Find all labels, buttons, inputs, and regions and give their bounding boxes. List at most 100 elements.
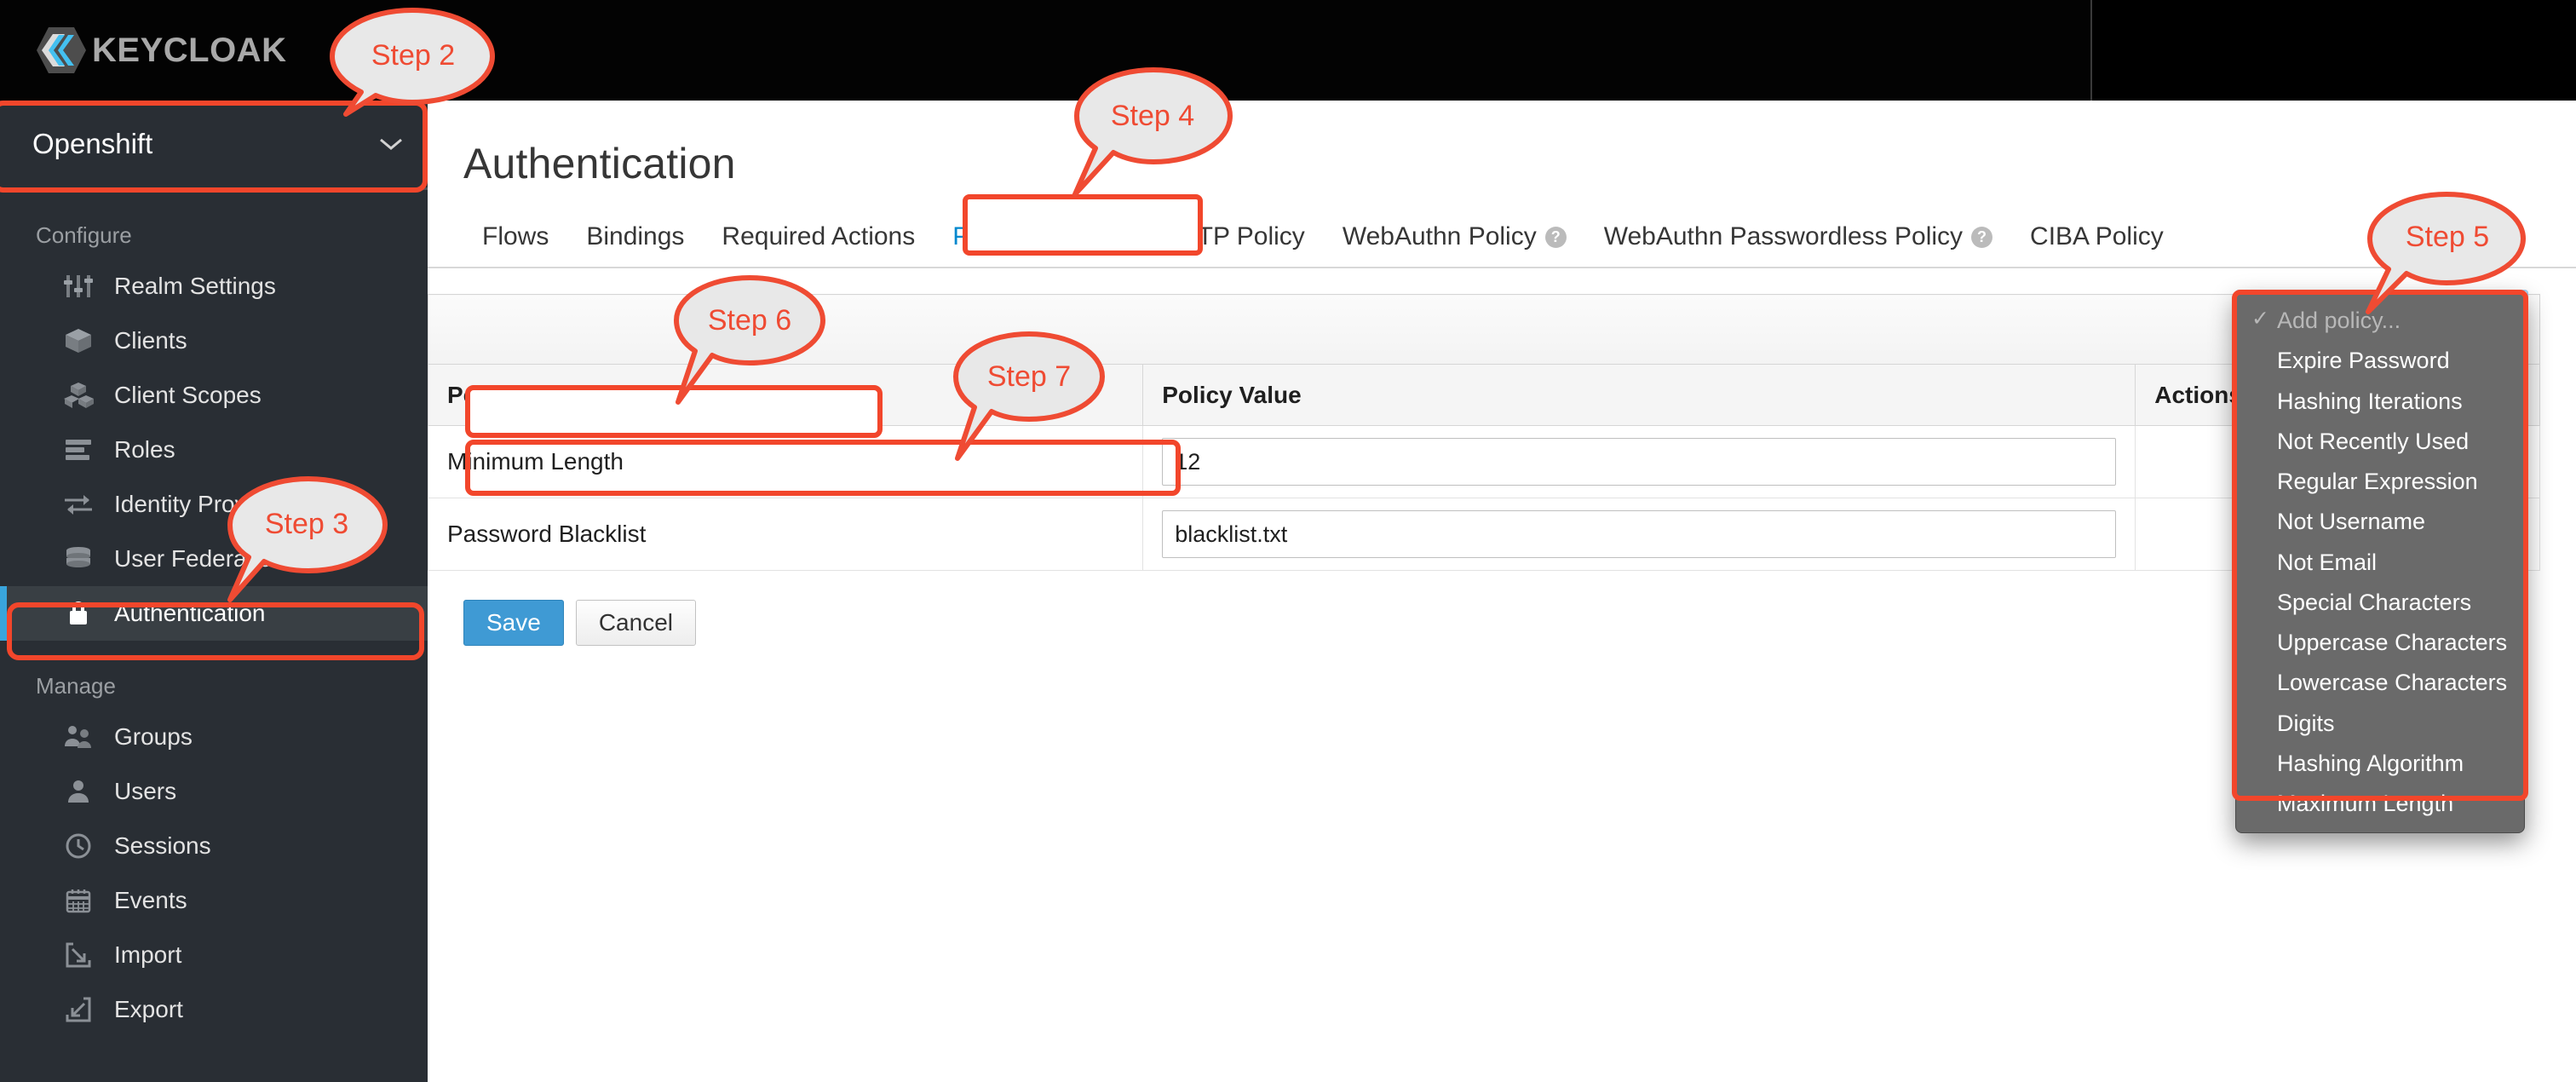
sidebar-item-authentication[interactable]: Authentication <box>0 586 428 641</box>
tab-bar: Flows Bindings Required Actions Password… <box>428 212 2576 268</box>
calendar-icon <box>61 885 95 916</box>
tab-password-policy[interactable]: Password Policy <box>934 222 1159 267</box>
sidebar-item-user-federation[interactable]: User Federation <box>0 532 428 586</box>
dropdown-option-not-email[interactable]: Not Email <box>2236 543 2524 583</box>
sidebar-item-realm-settings[interactable]: Realm Settings <box>0 259 428 314</box>
sidebar-item-label: Events <box>114 887 187 913</box>
policy-row-minimum-length: Minimum Length <box>427 425 1144 498</box>
table-toolbar-row <box>428 294 2540 365</box>
sidebar-item-import[interactable]: Import <box>0 928 428 982</box>
sidebar-item-label: Groups <box>114 723 193 750</box>
top-header-bar: KEYCLOAK <box>0 0 2576 101</box>
user-icon <box>61 776 95 807</box>
tab-flows[interactable]: Flows <box>463 222 567 267</box>
dropdown-option-not-recently-used[interactable]: Not Recently Used <box>2236 422 2524 462</box>
sidebar-item-client-scopes[interactable]: Client Scopes <box>0 368 428 423</box>
column-header-policy-value: Policy Value <box>1142 364 2136 426</box>
nav-section-configure-label: Configure <box>36 222 132 248</box>
dropdown-option-maximum-length[interactable]: Maximum Length <box>2236 784 2524 824</box>
sidebar-item-users[interactable]: Users <box>0 764 428 819</box>
dropdown-option-lowercase-characters[interactable]: Lowercase Characters <box>2236 663 2524 703</box>
sidebar-item-events[interactable]: Events <box>0 873 428 928</box>
sidebar-item-label: Export <box>114 996 183 1022</box>
brand-logo[interactable]: KEYCLOAK <box>0 26 286 75</box>
exchange-arrows-icon <box>61 489 95 520</box>
tab-bindings[interactable]: Bindings <box>567 222 703 267</box>
sidebar-item-roles[interactable]: Roles <box>0 423 428 477</box>
import-arrow-icon <box>61 940 95 970</box>
save-button[interactable]: Save <box>463 600 564 646</box>
export-arrow-icon <box>61 994 95 1025</box>
sidebar-item-label: Users <box>114 778 177 804</box>
tab-label: OTP Policy <box>1177 222 1305 250</box>
sidebar-item-groups[interactable]: Groups <box>0 710 428 764</box>
lock-icon <box>61 598 95 629</box>
sidebar-item-label: Client Scopes <box>114 382 262 408</box>
policy-value-cell <box>1142 498 2136 571</box>
cube-icon <box>61 325 95 356</box>
dropdown-option-regular-expression[interactable]: Regular Expression <box>2236 462 2524 502</box>
sidebar-item-label: Import <box>114 941 182 968</box>
dropdown-option-digits[interactable]: Digits <box>2236 704 2524 744</box>
chevron-down-icon <box>378 133 404 155</box>
tab-webauthn-policy[interactable]: WebAuthn Policy ? <box>1324 222 1585 267</box>
dropdown-option-hashing-algorithm[interactable]: Hashing Algorithm <box>2236 744 2524 784</box>
dropdown-option-not-username[interactable]: Not Username <box>2236 502 2524 542</box>
dropdown-option-special-characters[interactable]: Special Characters <box>2236 583 2524 623</box>
users-group-icon <box>61 722 95 752</box>
policy-dropdown[interactable]: Add policy... Expire Password Hashing It… <box>2235 293 2525 834</box>
dropdown-option-add-policy[interactable]: Add policy... <box>2236 301 2524 341</box>
sidebar-item-label: Authentication <box>114 600 266 626</box>
tab-label: Bindings <box>586 222 685 250</box>
sidebar-item-identity-providers[interactable]: Identity Providers <box>0 477 428 532</box>
sidebar-item-clients[interactable]: Clients <box>0 314 428 368</box>
header-right-region <box>2090 0 2576 101</box>
sidebar-item-label: Sessions <box>114 832 211 859</box>
tab-label: WebAuthn Policy <box>1342 222 1537 250</box>
table-row: Password Blacklist <box>427 498 2540 571</box>
realm-name: Openshift <box>32 128 153 159</box>
policy-value-cell <box>1142 425 2136 498</box>
password-policy-table: Policy Type Policy Value Actions Minimum… <box>427 294 2540 571</box>
sidebar: Openshift Configure Realm Settings Clien… <box>0 101 428 1082</box>
policy-value-input-password-blacklist[interactable] <box>1162 510 2117 558</box>
cubes-icon <box>61 380 95 411</box>
tab-required-actions[interactable]: Required Actions <box>703 222 934 267</box>
sidebar-item-label: Roles <box>114 436 175 463</box>
nav-section-manage-label: Manage <box>36 673 116 699</box>
tab-label: Required Actions <box>722 222 916 250</box>
dropdown-option-expire-password[interactable]: Expire Password <box>2236 341 2524 381</box>
sliders-icon <box>61 271 95 302</box>
keycloak-hexagon-logo <box>36 26 87 75</box>
sidebar-item-label: Realm Settings <box>114 273 276 299</box>
tab-webauthn-passwordless-policy[interactable]: WebAuthn Passwordless Policy ? <box>1585 222 2011 267</box>
help-icon[interactable]: ? <box>1971 226 1993 248</box>
sidebar-item-export[interactable]: Export <box>0 982 428 1037</box>
cancel-button[interactable]: Cancel <box>575 600 696 646</box>
table-toolbar-cell <box>428 294 2540 365</box>
clock-icon <box>61 831 95 861</box>
column-header-policy-type: Policy Type <box>427 364 1144 426</box>
help-icon[interactable]: ? <box>1544 226 1567 248</box>
tab-label: CIBA Policy <box>2030 222 2164 250</box>
realm-selector[interactable]: Openshift <box>0 101 428 190</box>
list-bars-icon <box>61 435 95 465</box>
database-icon <box>61 544 95 574</box>
sidebar-item-label: Identity Providers <box>114 491 299 517</box>
table-row: Minimum Length <box>427 425 2540 498</box>
tab-label: Flows <box>482 222 549 250</box>
page-title: Authentication <box>463 140 736 187</box>
dropdown-option-uppercase-characters[interactable]: Uppercase Characters <box>2236 623 2524 663</box>
policy-value-input-minimum-length[interactable] <box>1162 438 2117 486</box>
tab-otp-policy[interactable]: OTP Policy <box>1159 222 1324 267</box>
policy-row-password-blacklist: Password Blacklist <box>427 498 1144 571</box>
sidebar-item-label: Clients <box>114 327 187 354</box>
brand-name: KEYCLOAK <box>92 31 287 69</box>
tab-ciba-policy[interactable]: CIBA Policy <box>2011 222 2182 267</box>
tab-label: WebAuthn Passwordless Policy <box>1603 222 1964 250</box>
tab-label: Password Policy <box>952 222 1141 250</box>
sidebar-item-sessions[interactable]: Sessions <box>0 819 428 873</box>
table-header-row: Policy Type Policy Value Actions <box>427 364 2540 426</box>
dropdown-option-hashing-iterations[interactable]: Hashing Iterations <box>2236 382 2524 422</box>
sidebar-item-label: User Federation <box>114 545 285 572</box>
